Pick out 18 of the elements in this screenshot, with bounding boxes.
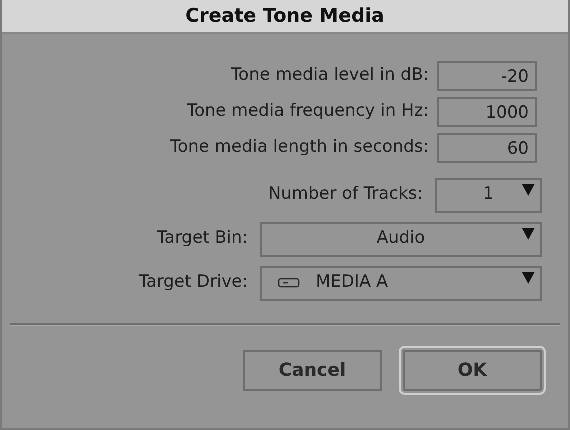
input-field[interactable]: 60 [437, 133, 537, 163]
window-title: Create Tone Media [186, 4, 384, 29]
caret-icon [522, 272, 535, 284]
cancel-button[interactable]: Cancel [243, 350, 382, 391]
dropdown[interactable]: MEDIA A [260, 266, 542, 300]
dropdown[interactable]: 1 [435, 178, 542, 212]
field-label: Tone media frequency in Hz: [187, 100, 429, 124]
input-field[interactable]: 1000 [437, 97, 537, 127]
dropdown-label: Target Drive: [138, 271, 248, 294]
field-label: Tone media level in dB: [231, 64, 429, 88]
dropdown-label: Target Bin: [157, 227, 248, 250]
caret-icon [522, 184, 535, 196]
dropdown-label: Number of Tracks: [268, 183, 423, 206]
caret-icon [522, 228, 535, 240]
drive-icon [278, 278, 300, 288]
input-field[interactable]: -20 [437, 61, 537, 91]
dropdown[interactable]: Audio [260, 222, 542, 256]
field-label: Tone media length in seconds: [170, 136, 429, 160]
